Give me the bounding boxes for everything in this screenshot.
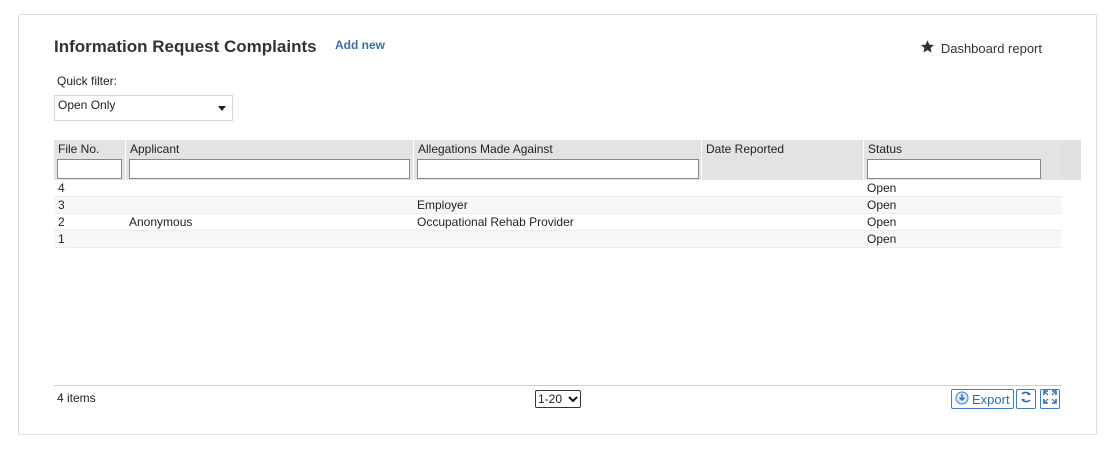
refresh-button[interactable] bbox=[1016, 389, 1036, 409]
cell-file-no: 1 bbox=[58, 232, 65, 246]
cell-allegations: Occupational Rehab Provider bbox=[417, 215, 574, 229]
column-status[interactable]: Status bbox=[863, 140, 1062, 180]
fullscreen-button[interactable] bbox=[1040, 389, 1060, 409]
cell-file-no: 2 bbox=[58, 215, 65, 229]
export-label: Export bbox=[972, 391, 1010, 407]
quick-filter-select[interactable]: Open Only bbox=[54, 95, 233, 121]
column-label: Allegations Made Against bbox=[418, 142, 553, 156]
cell-allegations: Employer bbox=[417, 198, 468, 212]
column-label: Status bbox=[868, 142, 903, 156]
table-row[interactable]: 3 Employer Open bbox=[54, 197, 1062, 214]
column-allegations[interactable]: Allegations Made Against bbox=[413, 140, 701, 180]
footer-divider bbox=[54, 385, 1062, 386]
fullscreen-icon bbox=[1043, 389, 1057, 409]
page-title: Information Request Complaints bbox=[54, 37, 317, 56]
quick-filter-value: Open Only bbox=[58, 98, 116, 112]
dashboard-report-link[interactable]: Dashboard report bbox=[920, 39, 1042, 57]
table-row[interactable]: 2 Anonymous Occupational Rehab Provider … bbox=[54, 214, 1062, 231]
cell-status: Open bbox=[867, 232, 897, 246]
column-label: Applicant bbox=[130, 142, 180, 156]
table-row[interactable]: 1 Open bbox=[54, 231, 1062, 248]
cell-applicant: Anonymous bbox=[129, 215, 193, 229]
add-new-link[interactable]: Add new bbox=[335, 38, 385, 52]
cell-status: Open bbox=[867, 181, 897, 195]
item-count: 4 items bbox=[57, 391, 96, 405]
quick-filter-label: Quick filter: bbox=[57, 74, 118, 88]
filter-status-input[interactable] bbox=[867, 159, 1041, 179]
cell-file-no: 3 bbox=[58, 198, 65, 212]
cell-status: Open bbox=[867, 215, 897, 229]
table-row[interactable]: 4 Open bbox=[54, 180, 1062, 197]
export-button[interactable]: Export bbox=[951, 389, 1014, 409]
refresh-icon bbox=[1019, 390, 1033, 409]
column-applicant[interactable]: Applicant bbox=[125, 140, 413, 180]
cell-status: Open bbox=[867, 198, 897, 212]
grid-header: File No. Applicant Allegations Made Agai… bbox=[54, 140, 1081, 180]
page-size-select[interactable]: 1-20 bbox=[535, 390, 581, 408]
grid-scrollbar[interactable] bbox=[1062, 140, 1081, 180]
export-icon bbox=[955, 391, 969, 408]
chevron-down-icon bbox=[568, 396, 578, 403]
complaints-grid: File No. Applicant Allegations Made Agai… bbox=[54, 140, 1081, 248]
column-file-no[interactable]: File No. bbox=[54, 140, 125, 180]
cell-file-no: 4 bbox=[58, 181, 65, 195]
star-icon bbox=[920, 39, 935, 57]
dashboard-report-label: Dashboard report bbox=[940, 40, 1042, 56]
filter-allegations-input[interactable] bbox=[417, 159, 699, 179]
page-size-value: 1-20 bbox=[538, 392, 563, 406]
column-date-reported[interactable]: Date Reported bbox=[701, 140, 863, 180]
column-label: File No. bbox=[58, 142, 100, 156]
filter-applicant-input[interactable] bbox=[129, 159, 410, 179]
complaints-panel: Information Request Complaints Add new D… bbox=[18, 14, 1097, 435]
filter-file-no-input[interactable] bbox=[57, 159, 122, 179]
caret-down-icon bbox=[218, 106, 226, 111]
column-label: Date Reported bbox=[706, 142, 785, 156]
